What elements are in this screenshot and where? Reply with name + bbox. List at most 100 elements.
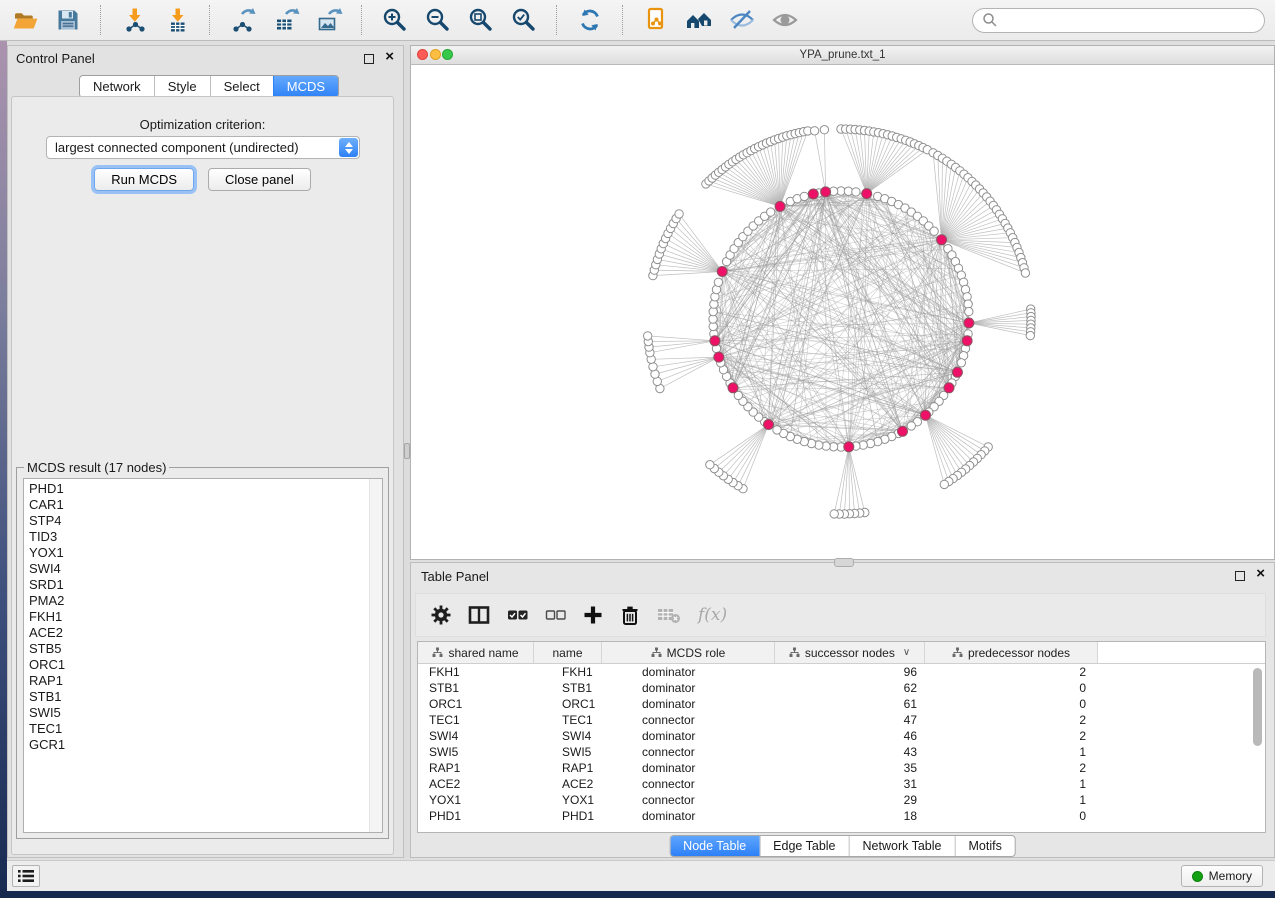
save-session-icon[interactable] (53, 5, 83, 35)
table-cell: 2 (925, 729, 1098, 743)
table-cell: connector (602, 777, 775, 791)
table-row[interactable]: PHD1PHD1dominator180 (418, 808, 1265, 824)
mcds-result-item[interactable]: FKH1 (24, 609, 382, 625)
function-builder-icon[interactable]: f(x) (698, 605, 727, 625)
table-row[interactable]: SWI5SWI5connector431 (418, 744, 1265, 760)
export-image-icon[interactable] (314, 5, 344, 35)
mcds-result-item[interactable]: SWI4 (24, 561, 382, 577)
horizontal-splitter-handle[interactable] (834, 558, 854, 567)
run-mcds-button[interactable]: Run MCDS (94, 168, 194, 191)
table-cell: 18 (775, 809, 925, 823)
mcds-result-item[interactable]: SWI5 (24, 705, 382, 721)
import-table-icon[interactable] (162, 5, 192, 35)
mcds-result-item[interactable]: STB1 (24, 689, 382, 705)
table-row[interactable]: ACE2ACE2connector311 (418, 776, 1265, 792)
zoom-out-icon[interactable] (423, 5, 453, 35)
memory-label: Memory (1209, 869, 1252, 883)
export-table-icon[interactable] (271, 5, 301, 35)
table-settings-gear-icon[interactable] (431, 605, 451, 625)
control-panel-close-icon[interactable]: × (385, 48, 394, 66)
mcds-result-item[interactable]: SRD1 (24, 577, 382, 593)
delete-table-icon-disabled[interactable] (657, 605, 681, 625)
mcds-result-item[interactable]: CAR1 (24, 497, 382, 513)
mcds-result-item[interactable]: STB5 (24, 641, 382, 657)
table-row[interactable]: TEC1TEC1connector472 (418, 712, 1265, 728)
tab-network[interactable]: Network (80, 76, 154, 97)
import-network-icon[interactable] (119, 5, 149, 35)
hierarchy-icon (432, 647, 443, 658)
table-row[interactable]: FKH1FKH1dominator962 (418, 664, 1265, 680)
delete-column-trash-icon[interactable] (620, 605, 640, 626)
mcds-button-row: Run MCDS Close panel (12, 168, 393, 191)
mcds-result-item[interactable]: YOX1 (24, 545, 382, 561)
table-panel-close-icon[interactable]: × (1256, 565, 1265, 583)
table-cell: YOX1 (418, 793, 534, 807)
table-cell: dominator (602, 761, 775, 775)
table-row[interactable]: STB1STB1dominator620 (418, 680, 1265, 696)
table-cell: PHD1 (534, 809, 602, 823)
column-header-name[interactable]: name (534, 642, 602, 663)
minimize-window-icon[interactable] (430, 49, 441, 60)
column-header-successor-nodes[interactable]: successor nodes ∨ (775, 642, 925, 663)
search-input[interactable] (998, 9, 1264, 31)
open-session-icon[interactable] (10, 5, 40, 35)
close-window-icon[interactable] (417, 49, 428, 60)
mcds-result-item[interactable]: STP4 (24, 513, 382, 529)
column-label: name (552, 646, 582, 660)
optimization-criterion-dropdown[interactable]: largest connected component (undirected) (46, 136, 360, 159)
tab-select[interactable]: Select (210, 76, 273, 97)
network-canvas[interactable] (411, 64, 1275, 561)
toolbar-separator (361, 5, 363, 35)
mcds-result-item[interactable]: GCR1 (24, 737, 382, 753)
column-header-predecessor-nodes[interactable]: predecessor nodes (925, 642, 1098, 663)
mcds-result-item[interactable]: TID3 (24, 529, 382, 545)
export-network-icon[interactable] (228, 5, 258, 35)
zoom-in-icon[interactable] (380, 5, 410, 35)
tab-mcds[interactable]: MCDS (273, 76, 338, 97)
table-panel-float-icon[interactable] (1235, 571, 1245, 581)
apply-layout-icon[interactable] (575, 5, 605, 35)
table-row[interactable]: ORC1ORC1dominator610 (418, 696, 1265, 712)
mcds-result-item[interactable]: ACE2 (24, 625, 382, 641)
mcds-result-item[interactable]: PMA2 (24, 593, 382, 609)
close-panel-button[interactable]: Close panel (208, 168, 311, 191)
table-cell: connector (602, 793, 775, 807)
table-row[interactable]: YOX1YOX1connector291 (418, 792, 1265, 808)
table-cell: PHD1 (418, 809, 534, 823)
unselect-all-columns-icon[interactable] (545, 605, 566, 625)
control-panel-title: Control Panel (16, 51, 95, 66)
table-panel: Table Panel × f(x) shared name name (410, 562, 1275, 858)
show-columns-icon[interactable] (468, 605, 490, 625)
column-header-shared-name[interactable]: shared name (418, 642, 534, 663)
maximize-window-icon[interactable] (442, 49, 453, 60)
tab-edge-table[interactable]: Edge Table (759, 836, 848, 856)
table-row[interactable]: SWI4SWI4dominator462 (418, 728, 1265, 744)
mcds-result-item[interactable]: ORC1 (24, 657, 382, 673)
zoom-selected-icon[interactable] (509, 5, 539, 35)
list-icon (17, 868, 35, 884)
mcds-result-item[interactable]: TEC1 (24, 721, 382, 737)
mcds-result-item[interactable]: PHD1 (24, 481, 382, 497)
first-neighbors-icon[interactable] (684, 5, 714, 35)
table-cell: SWI5 (418, 745, 534, 759)
network-window-title: YPA_prune.txt_1 (799, 49, 885, 61)
show-hidden-icon[interactable] (770, 5, 800, 35)
mcds-result-item[interactable]: RAP1 (24, 673, 382, 689)
memory-button[interactable]: Memory (1181, 865, 1263, 887)
tab-style[interactable]: Style (154, 76, 210, 97)
table-cell: STB1 (418, 681, 534, 695)
fit-content-icon[interactable] (466, 5, 496, 35)
select-all-columns-icon[interactable] (507, 605, 528, 625)
task-history-button[interactable] (12, 865, 40, 887)
control-panel-float-icon[interactable] (364, 54, 374, 64)
column-header-mcds-role[interactable]: MCDS role (602, 642, 775, 663)
tab-motifs[interactable]: Motifs (954, 836, 1014, 856)
tab-network-table[interactable]: Network Table (849, 836, 955, 856)
hide-selected-icon[interactable] (727, 5, 757, 35)
tab-node-table[interactable]: Node Table (670, 836, 759, 856)
table-cell: dominator (602, 697, 775, 711)
table-scrollbar-thumb[interactable] (1253, 668, 1262, 746)
create-column-plus-icon[interactable] (583, 605, 603, 625)
table-row[interactable]: RAP1RAP1dominator352 (418, 760, 1265, 776)
new-network-from-selection-icon[interactable] (641, 5, 671, 35)
